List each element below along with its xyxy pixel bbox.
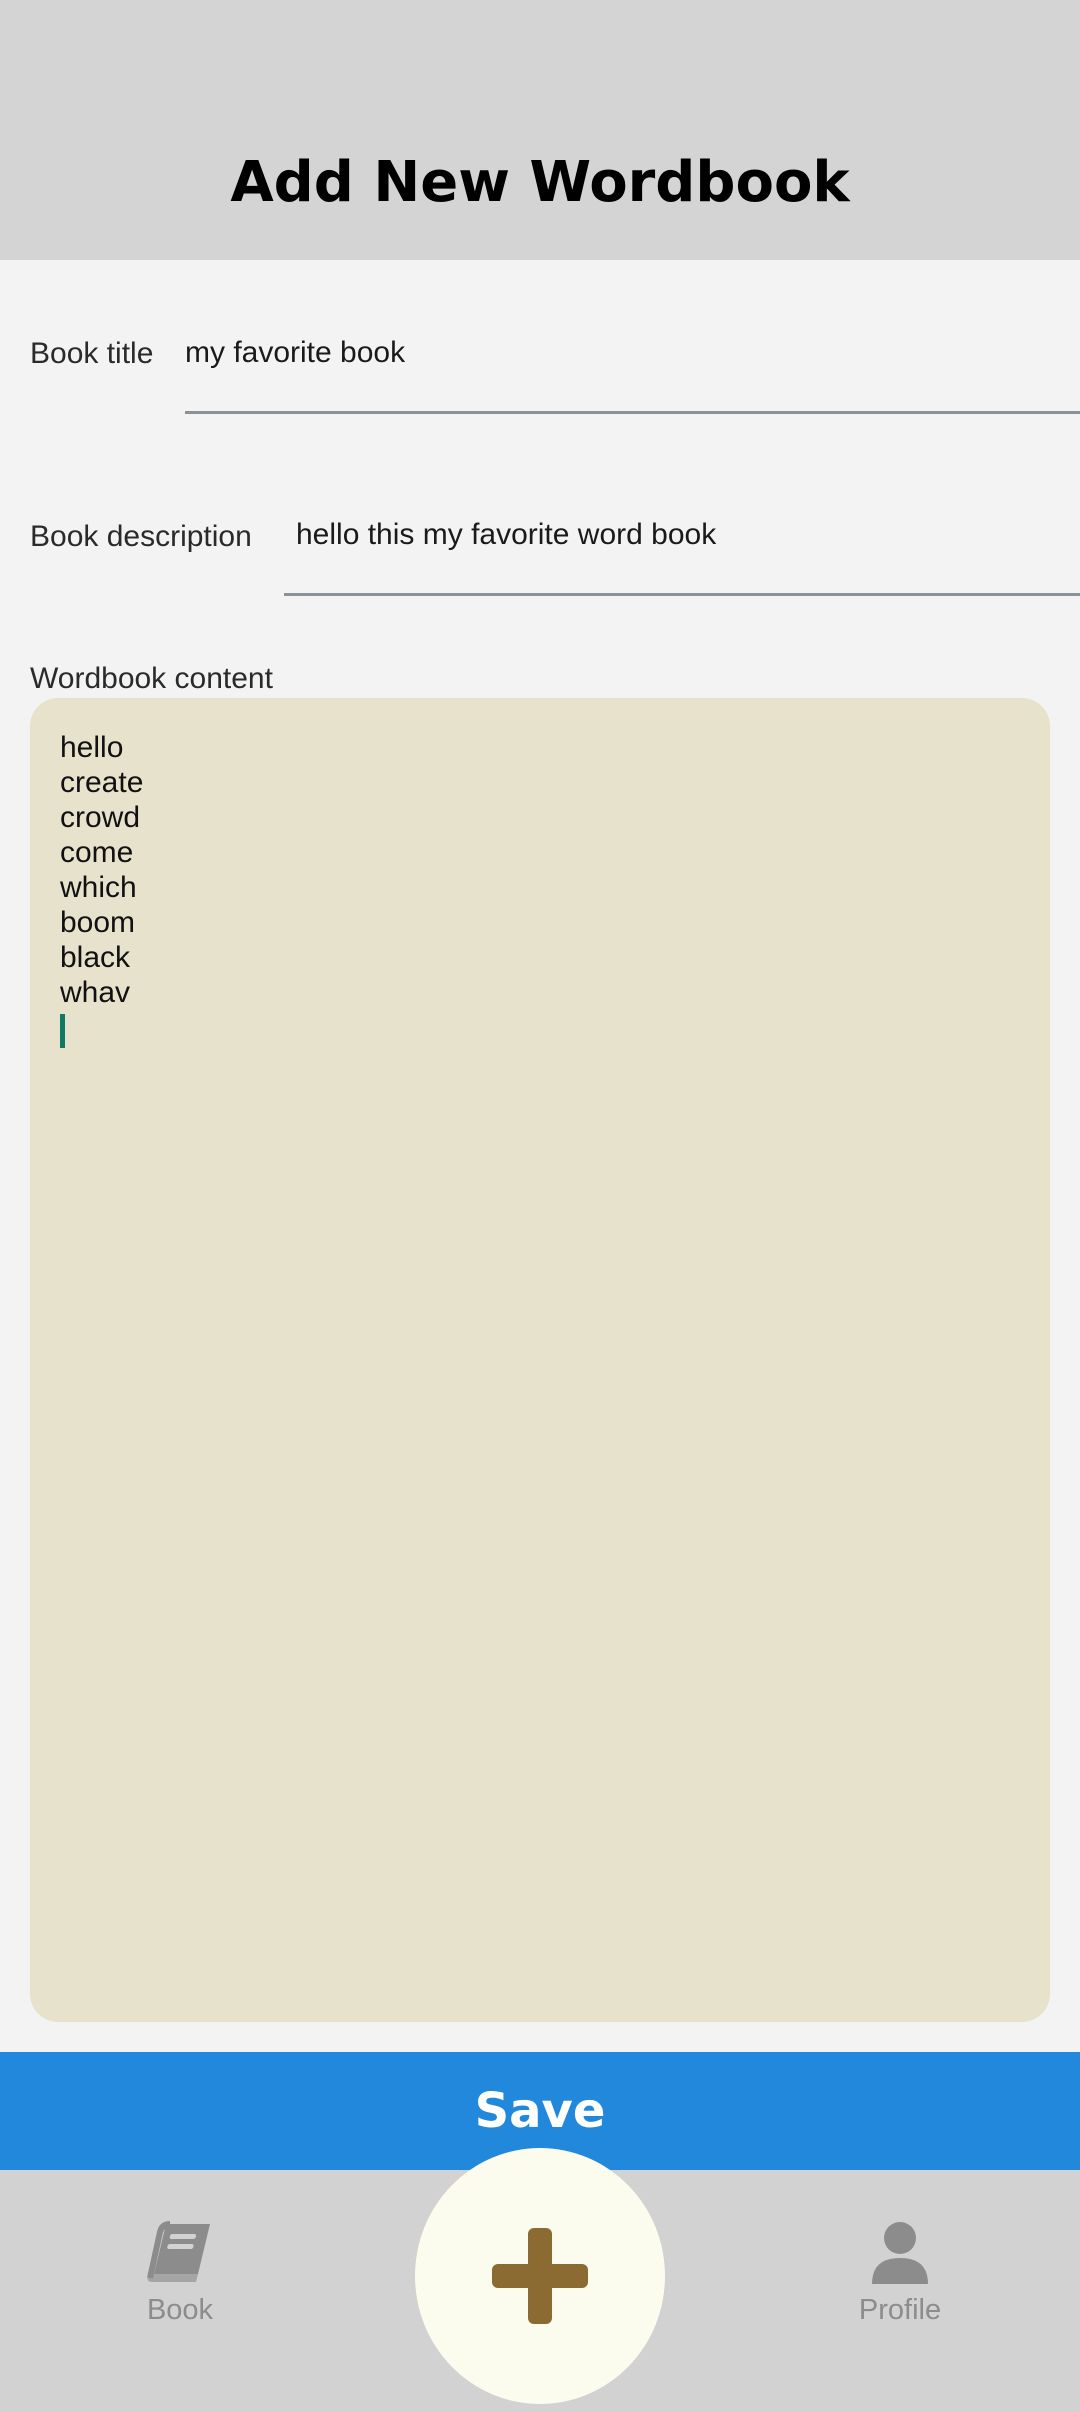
nav-item-profile[interactable]: Profile	[800, 2220, 1000, 2327]
content-line: boom	[60, 906, 136, 939]
add-wordbook-button[interactable]	[415, 2148, 665, 2404]
nav-item-book[interactable]: Book	[80, 2220, 280, 2327]
book-icon	[147, 2221, 210, 2282]
content-line: create	[60, 766, 144, 799]
book-title-underline	[185, 411, 1080, 414]
wordbook-content-label: Wordbook content	[30, 662, 273, 695]
app-header: Add New Wordbook	[0, 0, 1080, 260]
wordbook-content-textarea[interactable]	[30, 698, 1050, 2022]
book-description-label: Book description	[30, 520, 252, 553]
content-line: which	[60, 871, 137, 904]
person-icon	[872, 2222, 928, 2284]
wordbook-content-text[interactable]: hello create crowd come which boom black…	[60, 730, 143, 1010]
text-caret	[60, 1014, 65, 1048]
book-title-input[interactable]	[185, 333, 1065, 373]
plus-icon	[492, 2228, 588, 2324]
content-line: hello	[60, 731, 124, 764]
book-title-label: Book title	[30, 337, 154, 370]
nav-label-profile: Profile	[858, 2294, 942, 2326]
content-line: black	[60, 941, 131, 974]
nav-label-book: Book	[146, 2294, 214, 2326]
content-line: come	[60, 836, 134, 869]
page-title: Add New Wordbook	[230, 150, 850, 215]
book-description-input[interactable]	[296, 515, 1066, 555]
content-line: whav	[60, 976, 131, 1009]
book-description-underline	[284, 593, 1080, 596]
content-line: crowd	[60, 801, 141, 834]
